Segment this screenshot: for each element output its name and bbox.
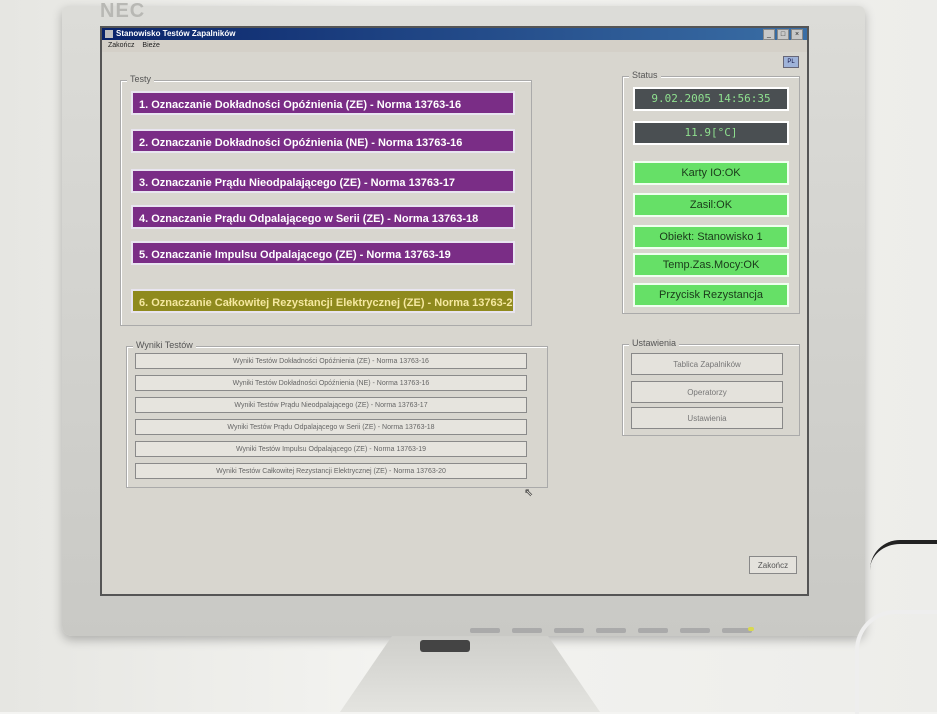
window-title: Stanowisko Testów Zapalników <box>116 29 236 38</box>
temperature-display: 11.9[°C] <box>633 121 789 145</box>
maximize-button[interactable]: □ <box>777 29 789 40</box>
test-button-6[interactable]: 6. Oznaczanie Całkowitej Rezystancji Ele… <box>131 289 515 313</box>
detonator-table-button[interactable]: Tablica Zapalników <box>631 353 783 375</box>
status-indicator-io-cards: Karty IO:OK <box>633 161 789 185</box>
monitor-screen: Stanowisko Testów Zapalników _ □ × Zakoń… <box>100 26 809 596</box>
monitor-button[interactable] <box>596 628 626 633</box>
menu-item-zakoncz[interactable]: Zakończ <box>108 40 134 52</box>
status-group: Status 9.02.2005 14:56:35 11.9[°C] Karty… <box>622 70 800 314</box>
cable-black <box>870 540 937 584</box>
test-button-3[interactable]: 3. Oznaczanie Prądu Nieodpalającego (ZE)… <box>131 169 515 193</box>
settings-group-label: Ustawienia <box>629 338 680 348</box>
settings-button[interactable]: Ustawienia <box>631 407 783 429</box>
datetime-display: 9.02.2005 14:56:35 <box>633 87 789 111</box>
close-icon[interactable]: × <box>791 29 803 40</box>
status-indicator-power: Zasil:OK <box>633 193 789 217</box>
minimize-button[interactable]: _ <box>763 29 775 40</box>
menu-item-bieze[interactable]: Bieże <box>142 40 160 52</box>
language-flag-icon[interactable]: PL <box>783 56 799 68</box>
test-button-4[interactable]: 4. Oznaczanie Prądu Odpalającego w Serii… <box>131 205 515 229</box>
cable-white <box>855 610 937 714</box>
status-group-label: Status <box>629 70 661 80</box>
status-indicator-object: Obiekt: Stanowisko 1 <box>633 225 789 249</box>
power-led-icon <box>748 627 754 631</box>
monitor-button[interactable] <box>680 628 710 633</box>
test-button-1[interactable]: 1. Oznaczanie Dokładności Opóźnienia (ZE… <box>131 91 515 115</box>
monitor-button[interactable] <box>512 628 542 633</box>
menu-bar: Zakończ Bieże <box>102 40 807 52</box>
test-button-5[interactable]: 5. Oznaczanie Impulsu Odpalającego (ZE) … <box>131 241 515 265</box>
window-titlebar: Stanowisko Testów Zapalników _ □ × <box>102 28 807 40</box>
results-group-label: Wyniki Testów <box>133 340 196 350</box>
settings-group: Ustawienia Tablica Zapalników Operatorzy… <box>622 338 800 436</box>
results-button-5[interactable]: Wyniki Testów Impulsu Odpalającego (ZE) … <box>135 441 527 457</box>
mouse-cursor-icon: ⇖ <box>524 487 534 499</box>
test-button-2[interactable]: 2. Oznaczanie Dokładności Opóźnienia (NE… <box>131 129 515 153</box>
tests-group-label: Testy <box>127 74 155 84</box>
results-button-1[interactable]: Wyniki Testów Dokładności Opóźnienia (ZE… <box>135 353 527 369</box>
results-button-3[interactable]: Wyniki Testów Prądu Nieodpalającego (ZE)… <box>135 397 527 413</box>
monitor-button[interactable] <box>470 628 500 633</box>
monitor-button[interactable] <box>554 628 584 633</box>
status-indicator-power-temp: Temp.Zas.Mocy:OK <box>633 253 789 277</box>
monitor-brand: NEC <box>100 0 146 22</box>
results-button-2[interactable]: Wyniki Testów Dokładności Opóźnienia (NE… <box>135 375 527 391</box>
close-button[interactable]: Zakończ <box>749 556 797 574</box>
status-indicator-resistance-button: Przycisk Rezystancja <box>633 283 789 307</box>
monitor-button[interactable] <box>638 628 668 633</box>
stand-label <box>420 640 470 652</box>
window-controls: _ □ × <box>763 29 803 40</box>
results-group: Wyniki Testów Wyniki Testów Dokładności … <box>126 340 548 488</box>
tests-group: Testy 1. Oznaczanie Dokładności Opóźnien… <box>120 74 532 326</box>
app-icon <box>105 30 113 38</box>
results-button-6[interactable]: Wyniki Testów Całkowitej Rezystancji Ele… <box>135 463 527 479</box>
results-button-4[interactable]: Wyniki Testów Prądu Odpalającego w Serii… <box>135 419 527 435</box>
operators-button[interactable]: Operatorzy <box>631 381 783 403</box>
